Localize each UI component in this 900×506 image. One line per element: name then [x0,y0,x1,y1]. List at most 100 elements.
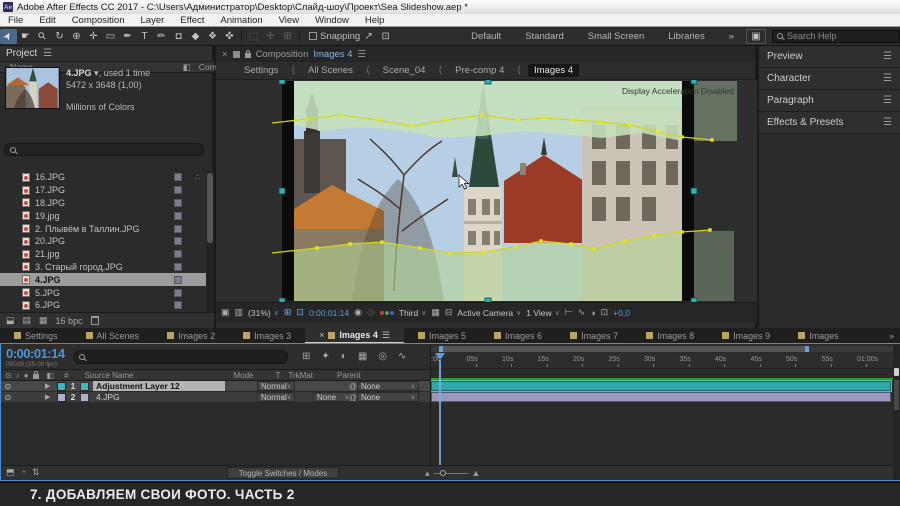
timeline-tab[interactable]: × Images 4 ☰ [305,328,404,343]
breadcrumb-item[interactable]: ⟨ Scene_04 [359,64,432,77]
tag-column-icon[interactable]: ◧ [183,62,191,73]
work-area-span[interactable] [439,346,809,352]
breadcrumb-item[interactable]: Settings [224,64,284,77]
tool-button[interactable]: ◘ [170,29,187,44]
zoom-in-icon[interactable]: ▲ [472,468,481,478]
tool-button[interactable]: ⚲ [34,29,51,44]
layer-name[interactable]: 4.JPG [93,392,225,402]
main-viewer-icon[interactable]: ▥ [235,307,244,318]
timeline-tab-label[interactable]: Images 2 [178,331,215,341]
label-color-box[interactable] [174,186,182,195]
column-parent[interactable]: Parent [337,371,361,380]
snapshot-icon[interactable]: ◉ [354,307,362,318]
workspace-button[interactable]: Small Screen [576,31,657,42]
timeline-tab[interactable]: × Images 3 ☰ [229,328,305,343]
timeline-search-input[interactable] [73,349,288,364]
label-color-box[interactable] [174,288,182,297]
tool-button[interactable]: ✜ [221,29,238,44]
collapsed-panel-header[interactable]: Paragraph ☰ [759,90,900,112]
collapsed-panel-header[interactable]: Preview ☰ [759,46,900,68]
frame-blending-icon[interactable]: ▦ [358,351,367,362]
label-color-box[interactable] [174,237,182,246]
region-box-icon[interactable]: ⊟ [445,307,453,318]
menu-item[interactable]: File [0,15,31,26]
snapping-checkbox[interactable] [309,32,317,40]
show-snapshot-icon[interactable]: ◎ [367,307,375,318]
menu-item[interactable]: View [271,15,307,26]
timeline-tab-label[interactable]: Images 5 [429,331,466,341]
mini-flowchart-icon[interactable]: ◑ [590,308,595,318]
project-item-row[interactable]: 4.JPG ∴ [0,273,206,287]
label-color-box[interactable] [174,275,182,284]
timeline-tab[interactable]: × Settings ☰ [0,328,72,343]
panel-menu-icon[interactable]: ☰ [883,73,892,84]
tool-button[interactable]: ✛ [85,29,102,44]
menu-item[interactable]: Composition [64,15,133,26]
tool-button[interactable]: ⊕ [68,29,85,44]
project-panel-header[interactable]: Project ☰ [0,46,212,61]
timeline-tab-label[interactable]: Images 4 [339,330,378,340]
timeline-tab-label[interactable]: All Scenes [97,331,140,341]
region-of-interest-icon[interactable]: ⊡ [296,307,304,318]
label-color-box[interactable] [174,198,182,207]
draft-3d-icon[interactable]: ✦ [321,351,329,362]
label-color-box[interactable] [174,262,182,271]
workspace-button[interactable]: Default [459,31,513,42]
lock-column-icon[interactable] [32,371,39,379]
always-preview-icon[interactable]: ▣ [221,307,230,318]
breadcrumb-label[interactable]: Images 4 [528,64,580,77]
workspace-overflow-icon[interactable]: » [717,31,746,42]
help-search-box[interactable]: Search Help [772,29,900,43]
tool-button[interactable]: ❖ [204,29,221,44]
delete-icon[interactable] [90,316,99,325]
breadcrumb-label[interactable]: Scene_04 [377,64,432,77]
breadcrumb-label[interactable]: Settings [238,64,284,77]
project-item-row[interactable]: 20.JPG ∴ [0,235,206,248]
timeline-tab-label[interactable]: Images 6 [505,331,542,341]
composition-tab-label[interactable]: Composition [256,49,309,60]
playhead-line[interactable] [439,360,441,466]
lock-icon[interactable] [244,50,251,58]
composition-name[interactable]: Images 4 [313,49,352,60]
timeline-tab-label[interactable]: Images 7 [581,331,618,341]
label-color-box[interactable] [174,250,182,259]
breadcrumb-label[interactable]: Pre-comp 4 [449,64,510,77]
label-color-box[interactable] [174,301,182,310]
menu-item[interactable]: Help [357,15,393,26]
project-item-row[interactable]: 16.JPG ∴ [0,171,206,184]
new-composition-icon[interactable]: ▦ [39,315,48,326]
tool-button[interactable]: ▭ [102,29,119,44]
project-item-row[interactable]: 2. Плывём в Таллин.JPG ∴ [0,222,206,235]
snap-box-icon[interactable]: ⊡ [377,29,394,44]
project-item-row[interactable]: 5.JPG ∴ [0,286,206,299]
workspace-button[interactable]: Libraries [656,31,716,42]
layer-name[interactable]: Adjustment Layer 12 [93,381,225,391]
breadcrumb-item[interactable]: ⟨ Images 4 [510,64,580,77]
collapsed-panel-header[interactable]: Character ☰ [759,68,900,90]
tool-button[interactable]: T [136,29,153,44]
layer-visibility-icon[interactable]: ⊙ [1,382,15,391]
scrollbar-arrow[interactable] [894,368,899,376]
exposure-value[interactable]: +0,0 [613,308,630,318]
timeline-tab[interactable]: × Images 2 ☰ [153,328,229,343]
blend-mode-dropdown[interactable]: Normal ∨ [257,392,295,402]
timeline-tab[interactable]: × All Scenes ☰ [72,328,154,343]
tool-button[interactable]: ➤ [0,28,17,44]
tab-overflow-icon[interactable]: » [889,331,900,341]
project-item-row[interactable]: 17.JPG ∴ [0,184,206,197]
timeline-scrollbar[interactable] [893,344,900,480]
panel-menu-icon[interactable]: ☰ [382,330,390,341]
layer-bar-footage[interactable] [431,392,891,402]
zoom-slider-track[interactable] [433,469,468,476]
timeline-tab-label[interactable]: Images [809,331,839,341]
grid-guides-icon[interactable]: ⊢ [565,307,573,318]
tool-button[interactable]: ✒ [119,29,136,44]
timecode-value[interactable]: 0:00:01:14 [6,346,73,361]
project-item-row[interactable]: 18.JPG ∴ [0,197,206,210]
magnification-dropdown[interactable]: (31%) ∨ [248,308,279,318]
column-number[interactable]: # [64,371,68,380]
layer-visibility-icon[interactable]: ⊙ [1,393,15,402]
composition-mini-flowchart-icon[interactable]: ⊞ [302,351,310,362]
tool-button[interactable]: ✏ [153,29,170,44]
timeline-tab-label[interactable]: Images 9 [733,331,770,341]
